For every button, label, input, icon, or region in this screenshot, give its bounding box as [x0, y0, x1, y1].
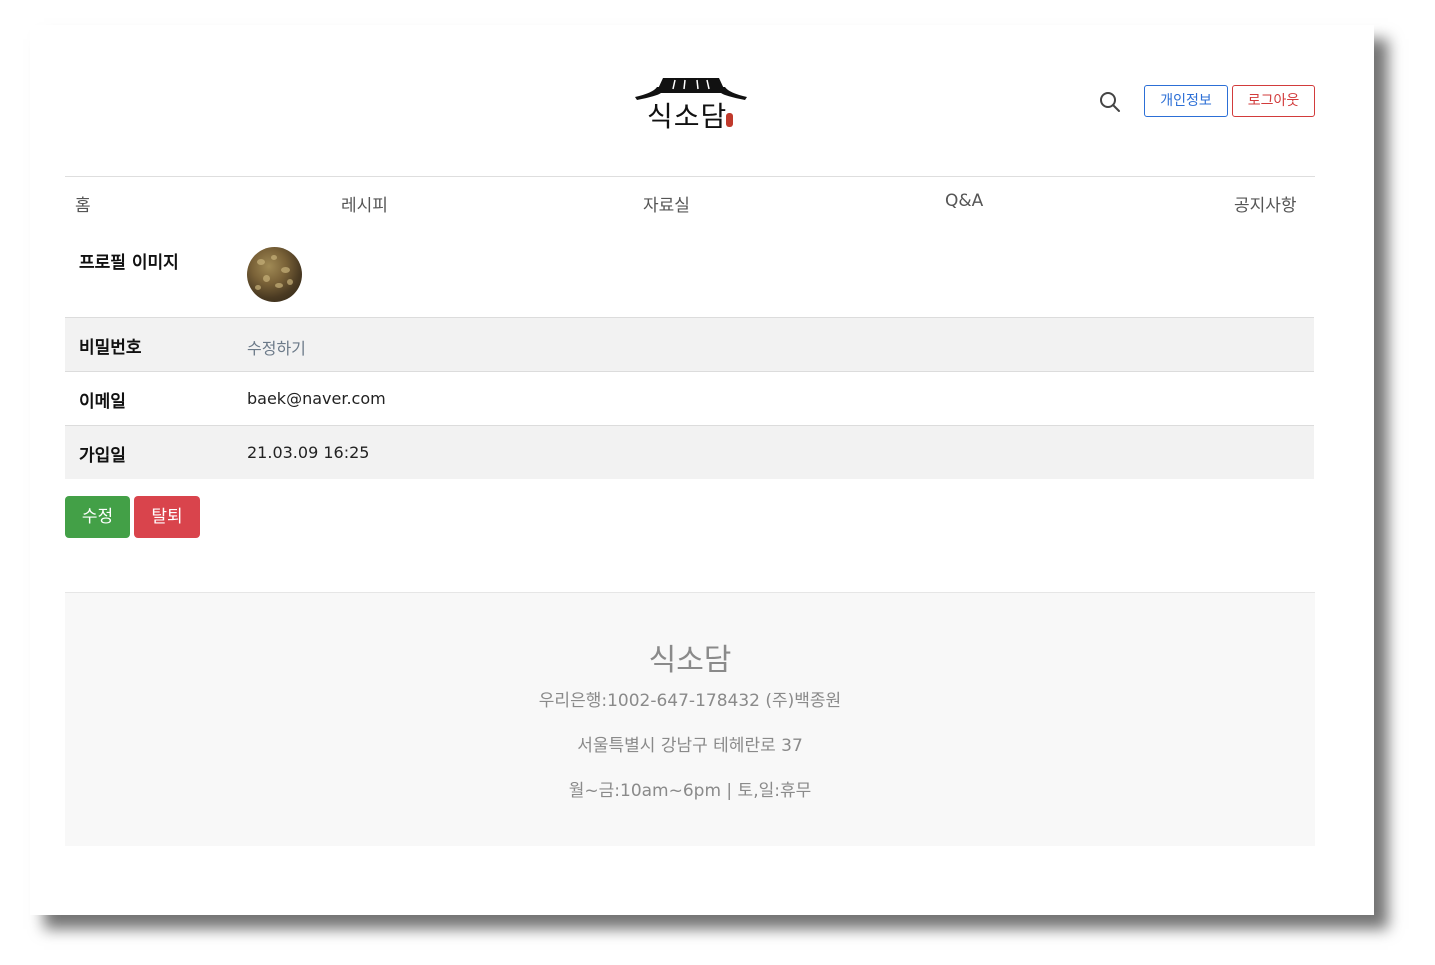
password-edit-link[interactable]: 수정하기 [247, 335, 306, 359]
profile-image-label: 프로필 이미지 [79, 253, 179, 273]
footer-bank-info: 우리은행:1002-647-178432 (주)백종원 [538, 691, 842, 711]
search-icon [1100, 92, 1120, 112]
search-button[interactable] [1098, 90, 1122, 114]
avatar [247, 247, 302, 302]
nav-item-home[interactable]: 홈 [75, 191, 91, 216]
privacy-button[interactable]: 개인정보 [1144, 85, 1228, 117]
joined-date-value: 21.03.09 16:25 [247, 443, 370, 462]
nav-item-notice[interactable]: 공지사항 [1234, 191, 1297, 216]
password-row: 비밀번호 수정하기 [65, 317, 1314, 371]
logo-text: 식소담 [647, 100, 728, 133]
password-label: 비밀번호 [79, 338, 142, 358]
nav-item-recipe[interactable]: 레시피 [341, 191, 388, 216]
site-footer: 식소담 우리은행:1002-647-178432 (주)백종원 서울특별시 강남… [65, 592, 1315, 846]
logout-button[interactable]: 로그아웃 [1232, 85, 1315, 117]
footer-title: 식소담 [648, 643, 732, 678]
site-logo[interactable]: 식소담 [633, 73, 749, 135]
edit-button[interactable]: 수정 [65, 496, 130, 538]
joined-date-row: 가입일 21.03.09 16:25 [65, 425, 1314, 479]
nav-item-qna[interactable]: Q&A [945, 191, 983, 211]
joined-date-label: 가입일 [79, 446, 126, 466]
main-nav: 홈 레시피 자료실 Q&A 공지사항 [65, 176, 1315, 227]
profile-image-row: 프로필 이미지 [65, 230, 1314, 317]
site-header: 식소담 개인정보 로그아웃 [65, 25, 1315, 177]
footer-address: 서울특별시 강남구 테헤란로 37 [577, 736, 803, 756]
profile-table: 프로필 이미지 비밀번호 수정하기 이메일 baek@naver.com 가입일… [65, 230, 1314, 479]
email-label: 이메일 [79, 392, 126, 412]
email-row: 이메일 baek@naver.com [65, 371, 1314, 425]
email-value: baek@naver.com [247, 389, 386, 408]
withdraw-button[interactable]: 탈퇴 [134, 496, 200, 538]
footer-hours: 월~금:10am~6pm | 토,일:휴무 [568, 781, 812, 801]
logo-seal [726, 113, 733, 127]
browser-window: 식소담 개인정보 로그아웃 홈 레시피 자료실 Q&A 공지사항 프로필 이미지 [30, 25, 1374, 915]
nav-item-archive[interactable]: 자료실 [643, 191, 690, 216]
